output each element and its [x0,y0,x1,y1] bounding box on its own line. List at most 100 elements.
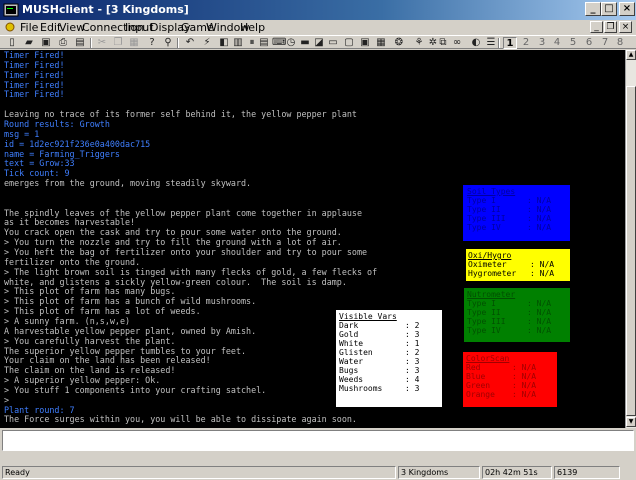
connect-icon[interactable]: ⚡ [201,38,213,48]
world-tab-5[interactable]: 5 [566,37,580,49]
world-tab-6[interactable]: 6 [582,37,596,49]
save-icon[interactable]: ▣ [40,38,52,48]
pause-icon[interactable]: ⏸ [246,38,258,48]
panel-row-value: N/A [536,205,552,214]
world-tab-3[interactable]: 3 [535,37,549,49]
panel-row: Type I: N/A [467,299,567,308]
panel-row: Gold: 3 [339,330,439,339]
lock-icon[interactable]: ⧉ [437,38,449,48]
world-tab-1[interactable]: 1 [503,37,517,49]
panel-row-separator: : [512,363,522,372]
world-configure-icon[interactable]: ▤ [258,38,270,48]
panel-row: Type II: N/A [467,308,567,317]
output-line: emerges from the ground, moving steadily… [4,178,252,189]
panel-row: Mushrooms: 3 [339,384,439,393]
copy-icon[interactable]: ❐ [112,38,124,48]
scroll-up-icon[interactable]: ▲ [626,50,636,60]
menu-help[interactable]: Help [240,21,265,34]
log-icon[interactable]: ▥ [232,38,244,48]
help-icon[interactable]: ? [146,38,158,48]
panel-row-value: N/A [536,214,552,223]
new-icon[interactable]: ▯ [6,38,18,48]
nutrometer-panel: Nutrometer Type I: N/A Type II: N/A Type I… [464,288,570,342]
scroll-down-icon[interactable]: ▼ [626,417,636,427]
close-button[interactable]: × [619,2,635,16]
panel-row-label: Blue [466,372,486,381]
panel-row-label: Type III [467,317,506,326]
oxi-hygro-title: Oxi/Hygro [468,251,512,260]
world-tab-7[interactable]: 7 [598,37,612,49]
output-line: > You stuff 1 components into your craft… [4,384,267,395]
panel-row: Glisten: 2 [339,348,439,357]
panel-row-value: N/A [521,363,537,372]
mdi-minimize-button[interactable]: _ [590,21,603,33]
panel-row: Orange: N/A [466,390,554,399]
panel-row-separator: : [405,384,415,393]
panel-row-separator: : [405,330,415,339]
open-icon[interactable]: ▰ [23,38,35,48]
output-icon[interactable]: ▢ [343,38,355,48]
menu-file[interactable]: File [20,21,38,34]
cut-icon[interactable]: ✂ [96,38,108,48]
world-window-icon[interactable] [4,21,16,33]
binoculars-icon[interactable]: ∞ [451,38,463,48]
undo-icon[interactable]: ↶ [184,38,196,48]
map-icon[interactable]: ❂ [393,38,405,48]
world-tab-2[interactable]: 2 [519,37,533,49]
clock-icon[interactable]: ◪ [313,38,325,48]
print-icon[interactable]: ⎙ [57,38,69,48]
oxi-hygro-panel: Oxi/Hygro Oximeter: N/A Hygrometer: N/A [466,249,570,281]
nutrometer-title: Nutrometer [467,290,516,299]
panel-row-separator: : [527,223,537,232]
panel-row-separator: : [527,317,537,326]
scroll-thumb[interactable] [626,86,636,416]
panel-row-separator: : [405,357,415,366]
window-title: MUSHclient - [3 Kingdoms] [22,3,189,16]
panel-row-value: N/A [536,308,552,317]
notepad-icon[interactable]: ▭ [327,38,339,48]
status-bar: Ready 3 Kingdoms 02h 42m 51s 6139 [0,465,636,480]
panel-row-value: N/A [521,390,537,399]
mdi-close-button[interactable]: × [619,21,632,33]
world-tab-4[interactable]: 4 [550,37,564,49]
panel-row-label: Red [466,363,481,372]
title-bar: MUSHclient - [3 Kingdoms] _ □ × [0,0,636,20]
world-icon[interactable]: ⚘ [413,38,425,48]
panel-row: Oximeter: N/A [468,260,568,269]
context-help-icon[interactable]: ⚲ [162,38,174,48]
panel-row-value: 2 [414,348,420,357]
panel-row: Type III: N/A [467,214,566,223]
mdi-restore-button[interactable]: ❐ [604,21,617,33]
info-icon[interactable]: ☰ [485,38,497,48]
panel-row-label: Weeds [339,375,364,384]
find-icon[interactable]: ▣ [359,38,371,48]
output-scrollbar[interactable]: ▲ ▼ [625,50,636,428]
panel-row-label: Type II [467,205,501,214]
maximize-button[interactable]: □ [601,2,617,16]
soil-types-panel: Soil Types Type I: N/A Type II: N/A Type I… [463,185,570,241]
trace-icon[interactable]: ◐ [470,38,482,48]
panel-row-value: N/A [536,196,552,205]
disconnect-icon[interactable]: ◧ [218,38,230,48]
triggers-icon[interactable]: ◷ [285,38,297,48]
panel-row: Type III: N/A [467,317,567,326]
print-preview-icon[interactable]: ▤ [74,38,86,48]
panel-row: Red: N/A [466,363,554,372]
panel-row-separator: : [405,339,415,348]
world-tab-8[interactable]: 8 [613,37,627,49]
find-again-icon[interactable]: ▦ [375,38,387,48]
toolbar-separator [177,38,179,48]
paste-icon[interactable]: ▦ [128,38,140,48]
timers-icon[interactable]: ▬ [299,38,311,48]
panel-row: Water: 3 [339,357,439,366]
panel-row-separator: : [530,260,540,269]
visible-vars-panel: Visible Vars Dark: 2 Gold: 3 White: 1 Glist… [336,310,442,407]
panel-row-label: Type IV [467,326,501,335]
panel-row-label: Water [339,357,364,366]
aliases-icon[interactable]: ⌨ [272,38,286,48]
minimize-button[interactable]: _ [585,2,601,16]
menu-bar: File Edit View Connection Input Display … [0,20,636,35]
toolbar-separator [498,38,500,48]
command-input[interactable] [2,430,634,451]
soil-types-title: Soil Types [467,187,516,196]
